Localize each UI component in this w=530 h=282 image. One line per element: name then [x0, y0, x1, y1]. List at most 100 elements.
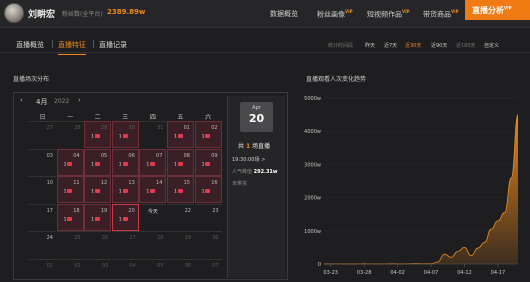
calendar-day[interactable]: 19 1: [84, 203, 112, 231]
fans-label: 粉丝数(全平台): [62, 11, 103, 18]
calendar-year[interactable]: 2022: [54, 98, 69, 105]
tab-live-features[interactable]: 直播特征: [58, 40, 86, 55]
live-icon: [122, 216, 128, 221]
calendar-day[interactable]: 03: [29, 148, 56, 176]
fans-value: 2389.89w: [107, 8, 146, 16]
calendar-day[interactable]: 12 1: [84, 176, 112, 204]
day-number: 18: [73, 207, 80, 214]
calendar-day[interactable]: 08 1: [167, 148, 194, 176]
calendar-day[interactable]: 16 1: [194, 176, 222, 204]
calendar-day[interactable]: 10: [29, 176, 56, 203]
range-30d[interactable]: 近30天: [405, 42, 421, 49]
range-90d[interactable]: 近90天: [431, 42, 447, 49]
calendar-day: 31: [139, 121, 167, 148]
calendar-day: 29 1: [84, 121, 112, 148]
nav-fan-profile[interactable]: 粉丝画像VIP: [317, 9, 353, 19]
calendar-day: 30 1: [111, 121, 139, 148]
calendar-day: 07: [194, 259, 222, 282]
live-icon: [205, 161, 211, 166]
tab-live-overview[interactable]: 直播概览: [16, 40, 44, 50]
day-number: 03: [46, 152, 53, 159]
range-custom[interactable]: 自定义: [484, 42, 499, 49]
calendar-day[interactable]: 14 1: [139, 176, 167, 204]
x-tick-label: 04-17: [491, 270, 506, 276]
calendar-day[interactable]: 20 1: [111, 203, 139, 231]
day-number: 13: [128, 180, 135, 187]
day-number: 17: [46, 207, 53, 214]
x-tick-label: 04-07: [424, 270, 439, 276]
day-number: 07: [156, 152, 163, 159]
nav-products[interactable]: 带货商品VIP: [423, 9, 459, 19]
day-number: 今天: [147, 208, 158, 215]
calendar-day: 25: [56, 231, 84, 258]
live-session-link[interactable]: 19:30:00场 >: [232, 156, 265, 163]
calendar-day[interactable]: 17: [29, 203, 56, 231]
day-number: 06: [128, 152, 135, 159]
selected-month: Apr: [252, 105, 261, 111]
calendar-day[interactable]: 01 1: [167, 121, 194, 148]
day-number: 01: [46, 263, 53, 269]
calendar-day[interactable]: 23: [194, 203, 222, 231]
live-count-badge: 1: [202, 189, 211, 195]
day-number: 08: [183, 152, 190, 159]
calendar-day: 28: [56, 121, 84, 148]
live-icon: [67, 189, 73, 194]
calendar-day: 02: [56, 259, 84, 282]
day-number: 11: [73, 180, 80, 187]
live-icon: [150, 189, 156, 194]
live-count-line: 共 1 场直播: [238, 143, 271, 150]
calendar-month[interactable]: 4月: [36, 97, 47, 107]
top-bar: 刘畊宏 粉丝数(全平台) 2389.89w 数据概览 粉丝画像VIP 短视频作品…: [0, 0, 530, 28]
weekday-header: 五: [177, 114, 184, 121]
calendar-day[interactable]: 07 1: [139, 148, 167, 176]
tab-live-records[interactable]: 直播记录: [99, 40, 127, 50]
day-number: 23: [212, 207, 219, 214]
nav-data-overview[interactable]: 数据概览: [270, 9, 298, 19]
day-number: 22: [184, 207, 191, 214]
day-number: 02: [211, 125, 218, 131]
day-number: 31: [157, 125, 164, 131]
day-number: 05: [100, 152, 108, 159]
calendar-day[interactable]: 06 1: [111, 148, 139, 176]
calendar-next-arrow[interactable]: ›: [78, 96, 81, 104]
day-number: 27: [46, 125, 53, 131]
day-number: 26: [101, 235, 109, 242]
calendar-day[interactable]: 02 1: [194, 121, 222, 148]
live-count-badge: 1: [174, 189, 183, 195]
day-number: 05: [157, 263, 164, 269]
live-count-badge: 1: [91, 161, 101, 167]
live-icon: [150, 161, 156, 166]
calendar-day: 06: [167, 259, 194, 282]
live-count-badge: 1: [64, 216, 73, 222]
calendar-day: 30: [194, 231, 222, 258]
day-number: 30: [212, 235, 219, 242]
nav-live-analysis[interactable]: 直播分析VIP: [465, 0, 530, 20]
calendar-day[interactable]: 04 1: [56, 148, 84, 176]
calendar-day[interactable]: 13 1: [111, 176, 139, 204]
avatar[interactable]: [4, 3, 24, 23]
day-number: 10: [46, 180, 53, 187]
live-count-badge: 1: [119, 161, 128, 167]
vip-badge: VIP: [402, 9, 410, 14]
day-number: 25: [74, 235, 81, 242]
day-number: 15: [183, 180, 190, 187]
range-7d[interactable]: 近7天: [384, 42, 397, 49]
calendar-day[interactable]: 09 1: [194, 148, 222, 176]
live-icon: [177, 161, 183, 166]
nav-short-videos[interactable]: 短视频作品VIP: [367, 9, 410, 19]
live-count-badge: 1: [146, 161, 156, 167]
calendar-day[interactable]: 24: [29, 231, 56, 258]
range-yesterday[interactable]: 昨天: [365, 42, 375, 49]
calendar-day[interactable]: 18 1: [56, 203, 84, 231]
calendar-day[interactable]: 05 1: [84, 148, 112, 176]
calendar-prev-arrow[interactable]: ‹: [20, 96, 23, 104]
calendar-day[interactable]: 15 1: [167, 176, 194, 204]
selected-date-box: Apr 20: [240, 102, 273, 132]
x-tick-label: 04-12: [457, 270, 472, 276]
calendar-day[interactable]: 22: [167, 203, 194, 231]
calendar-day[interactable]: 今天: [139, 203, 167, 231]
day-number: 02: [74, 263, 81, 269]
calendar-day: 27: [111, 231, 139, 258]
day-number: 20: [128, 207, 135, 214]
calendar-day[interactable]: 11 1: [56, 176, 84, 204]
